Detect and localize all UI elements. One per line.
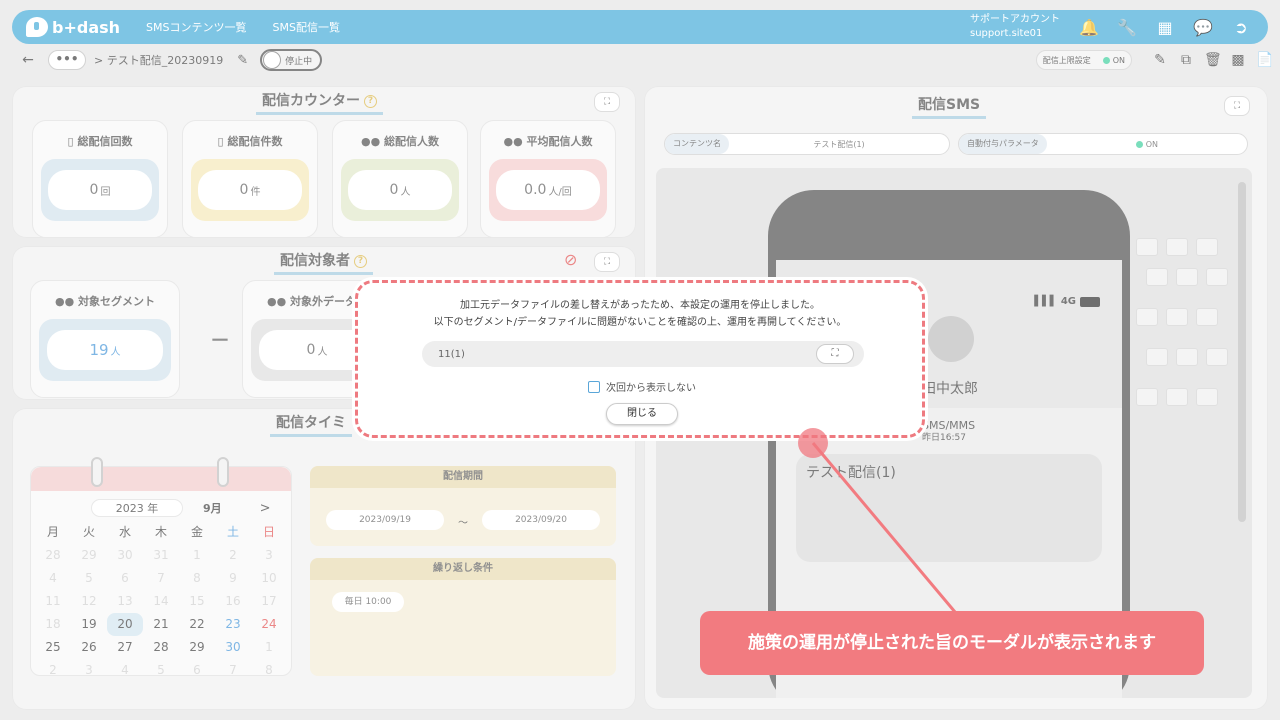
callout-annotation: 施策の運用が停止された旨のモーダルが表示されます [700,611,1204,675]
callout-line [811,442,957,613]
callout-pointer-dot [798,428,828,458]
